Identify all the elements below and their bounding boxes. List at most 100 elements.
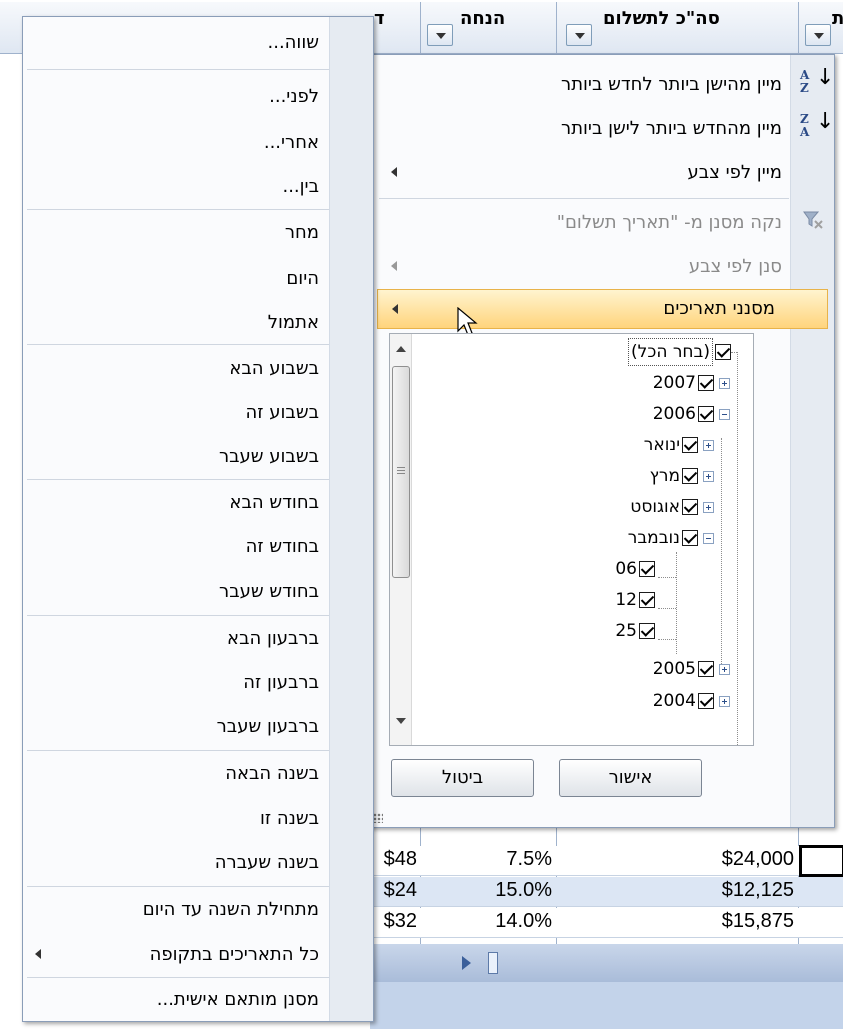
menu-item-last-quarter[interactable]: ברבעון שעבר — [23, 707, 329, 747]
cell[interactable]: 15.0% — [424, 879, 552, 902]
tree-item-2006[interactable]: 2006 — [653, 401, 733, 427]
scroll-thumb[interactable] — [392, 366, 410, 578]
horizontal-scrollbar[interactable] — [370, 944, 843, 982]
checkbox[interactable] — [698, 661, 714, 677]
expand-icon[interactable] — [703, 501, 714, 513]
column-4-filter-button[interactable] — [805, 24, 831, 46]
separator — [27, 209, 329, 210]
separator — [27, 977, 329, 978]
expand-icon[interactable] — [703, 439, 714, 451]
tree-item-january[interactable]: ינואר — [644, 432, 717, 458]
scroll-right-icon[interactable] — [462, 956, 471, 970]
date-filters[interactable]: מסנני תאריכים — [377, 289, 828, 329]
checkbox[interactable] — [698, 406, 714, 422]
resize-grip-icon[interactable] — [373, 813, 383, 823]
tree-item-august[interactable]: אוגוסט — [630, 494, 717, 520]
expand-icon[interactable] — [719, 695, 730, 707]
sort-by-color-label: מיין לפי צבע — [687, 162, 782, 183]
tree-item-day-12[interactable]: 12 — [615, 587, 657, 613]
separator — [27, 479, 329, 480]
scroll-thumb[interactable] — [488, 952, 498, 974]
checkbox[interactable] — [698, 375, 714, 391]
tree-item-day-25[interactable]: 25 — [615, 618, 657, 644]
scroll-up-icon[interactable] — [396, 346, 406, 352]
tree-item-2005[interactable]: 2005 — [653, 656, 733, 682]
checkbox[interactable] — [639, 592, 655, 608]
filter-by-color[interactable]: סנן לפי צבע — [369, 247, 792, 287]
column-header-3: סה"כ לתשלום — [603, 8, 720, 29]
checkbox[interactable] — [682, 437, 698, 453]
icon-strip — [329, 17, 373, 1021]
menu-item-this-week[interactable]: בשבוע זה — [23, 393, 329, 433]
menu-item-after[interactable]: אחרי... — [23, 123, 329, 163]
menu-item-this-year[interactable]: בשנה זו — [23, 799, 329, 839]
checkbox[interactable] — [682, 530, 698, 546]
tree-label: ינואר — [643, 435, 680, 455]
clear-filter[interactable]: נקה מסנן מ- "תאריך תשלום" — [369, 203, 792, 243]
sort-newest-to-oldest[interactable]: מיין מהחדש ביותר לישן ביותר — [369, 109, 792, 149]
submenu-arrow-icon — [392, 304, 398, 314]
scroll-down-icon[interactable] — [396, 718, 406, 724]
menu-item-next-year[interactable]: בשנה הבאה — [23, 754, 329, 794]
tree-item-2007[interactable]: 2007 — [653, 370, 733, 396]
checkbox[interactable] — [682, 499, 698, 515]
menu-item-this-month[interactable]: בחודש זה — [23, 527, 329, 567]
tree-item-november[interactable]: נובמבר — [628, 525, 717, 551]
menu-item-next-week[interactable]: בשבוע הבא — [23, 349, 329, 389]
column-header-2: הנחה — [460, 8, 506, 29]
checkbox[interactable] — [639, 561, 655, 577]
column-2-filter-button[interactable] — [427, 24, 453, 46]
collapse-icon[interactable] — [703, 532, 714, 544]
sort-by-color[interactable]: מיין לפי צבע — [369, 153, 792, 193]
cell[interactable]: 14.0% — [424, 910, 552, 933]
menu-item-all-dates-in-period[interactable]: כל התאריכים בתקופה — [23, 935, 329, 975]
tree-line — [658, 639, 676, 640]
cell[interactable]: $12,125 — [560, 879, 794, 902]
menu-item-today[interactable]: היום — [23, 259, 329, 299]
checkbox[interactable] — [682, 468, 698, 484]
active-cell[interactable] — [799, 845, 843, 877]
tree-line — [658, 577, 676, 578]
cell[interactable]: 7.5% — [424, 848, 552, 871]
menu-item-year-to-date[interactable]: מתחילת השנה עד היום — [23, 890, 329, 930]
menu-item-tomorrow[interactable]: מחר — [23, 213, 329, 253]
tree-item-select-all[interactable]: (בחר הכל) — [628, 338, 733, 366]
menu-item-last-month[interactable]: בחודש שעבר — [23, 572, 329, 612]
collapse-icon[interactable] — [719, 408, 730, 420]
menu-item-custom-filter[interactable]: מסנן מותאם אישית... — [23, 980, 329, 1020]
menu-item-last-week[interactable]: בשבוע שעבר — [23, 437, 329, 477]
tree-scrollbar[interactable] — [390, 334, 412, 745]
cell[interactable]: $15,875 — [560, 910, 794, 933]
menu-item-this-quarter[interactable]: ברבעון זה — [23, 663, 329, 703]
column-3-filter-button[interactable] — [566, 24, 592, 46]
menu-item-equals[interactable]: שווה... — [23, 23, 329, 63]
menu-item-before[interactable]: לפני... — [23, 77, 329, 117]
checkbox[interactable] — [639, 623, 655, 639]
sort-oldest-to-newest[interactable]: מיין מהישן ביותר לחדש ביותר — [369, 65, 792, 105]
tree-item-march[interactable]: מרץ — [650, 463, 717, 489]
cancel-button[interactable]: ביטול — [391, 759, 534, 797]
cell[interactable]: $48 — [373, 848, 417, 871]
ok-button[interactable]: אישור — [559, 759, 702, 797]
separator — [27, 886, 329, 887]
checkbox[interactable] — [715, 344, 731, 360]
menu-item-next-month[interactable]: בחודש הבא — [23, 483, 329, 523]
tree-item-day-06[interactable]: 06 — [615, 556, 657, 582]
tree-item-2004[interactable]: 2004 — [653, 688, 733, 714]
values-tree[interactable]: (בחר הכל) 2007 2006 ינואר מרץ אוגוסט נוב… — [389, 333, 754, 746]
menu-item-between[interactable]: בין... — [23, 167, 329, 207]
cell[interactable]: $32 — [373, 910, 417, 933]
sort-descending-icon: Z A ↓ — [800, 109, 835, 139]
expand-icon[interactable] — [719, 663, 730, 675]
tree-label: 12 — [615, 590, 637, 610]
grip-icon — [397, 467, 405, 468]
checkbox[interactable] — [698, 693, 714, 709]
cell[interactable]: $24 — [373, 879, 417, 902]
expand-icon[interactable] — [703, 470, 714, 482]
menu-item-last-year[interactable]: בשנה שעברה — [23, 843, 329, 883]
expand-icon[interactable] — [719, 377, 730, 389]
menu-item-yesterday[interactable]: אתמול — [23, 303, 329, 343]
menu-item-next-quarter[interactable]: ברבעון הבא — [23, 619, 329, 659]
column-header-1: ד — [374, 8, 385, 29]
cell[interactable]: $24,000 — [560, 848, 794, 871]
